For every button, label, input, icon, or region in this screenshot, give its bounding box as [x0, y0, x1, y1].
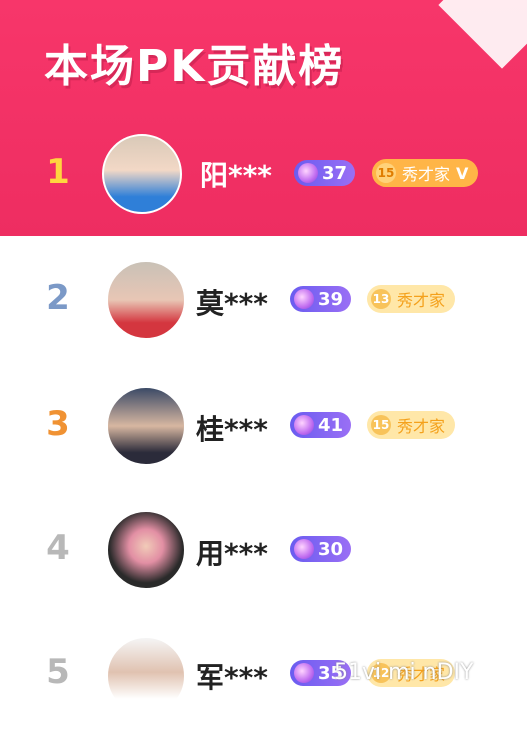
list-item[interactable]: 1 阳*** 37 15 秀才家 V — [0, 116, 527, 236]
level-badge: 37 — [294, 160, 356, 186]
watermark: 51vi mi nDIY — [334, 660, 474, 685]
fans-title: 秀才家 — [397, 417, 446, 436]
fans-level: 13 — [371, 289, 391, 309]
user-name: 军*** — [196, 661, 268, 694]
fans-title: 秀才家 — [402, 165, 451, 184]
user-name: 用*** — [196, 537, 268, 570]
level-value: 41 — [318, 414, 344, 436]
level-badge: 39 — [290, 286, 352, 312]
user-name: 阳*** — [200, 159, 272, 192]
level-badge: 41 — [290, 412, 352, 438]
level-badge: 30 — [290, 536, 352, 562]
level-value: 37 — [322, 162, 348, 184]
verified-check-icon: V — [456, 163, 469, 183]
user-name: 桂*** — [196, 413, 268, 446]
rank-number: 1 — [46, 152, 70, 192]
page-title: 本场PK贡献榜 — [44, 41, 345, 92]
fans-title: 秀才家 — [397, 291, 446, 310]
gem-icon — [298, 163, 318, 183]
level-value: 30 — [318, 538, 344, 560]
list-item[interactable]: 3 桂*** 41 15 秀才家 — [0, 362, 527, 482]
avatar[interactable] — [106, 510, 186, 590]
header-corner-decoration — [438, 0, 527, 69]
list-item[interactable]: 4 用*** 30 — [0, 486, 527, 606]
avatar[interactable] — [106, 260, 186, 340]
rank-number: 2 — [46, 278, 70, 318]
fans-club-badge: 13 秀才家 — [367, 285, 456, 313]
fans-level: 15 — [376, 163, 396, 183]
fans-level: 15 — [371, 415, 391, 435]
level-value: 39 — [318, 288, 344, 310]
gem-icon — [294, 289, 314, 309]
fans-club-badge: 15 秀才家 — [367, 411, 456, 439]
list-item[interactable]: 2 莫*** 39 13 秀才家 — [0, 238, 527, 358]
rank-number: 4 — [46, 528, 70, 568]
rank-number: 5 — [46, 652, 70, 692]
avatar[interactable] — [106, 636, 186, 716]
gem-icon — [294, 539, 314, 559]
avatar[interactable] — [102, 134, 182, 214]
user-name: 莫*** — [196, 287, 268, 320]
avatar[interactable] — [106, 386, 186, 466]
fans-club-badge: 15 秀才家 V — [372, 159, 479, 187]
gem-icon — [294, 415, 314, 435]
rank-number: 3 — [46, 404, 70, 444]
gem-icon — [294, 663, 314, 683]
